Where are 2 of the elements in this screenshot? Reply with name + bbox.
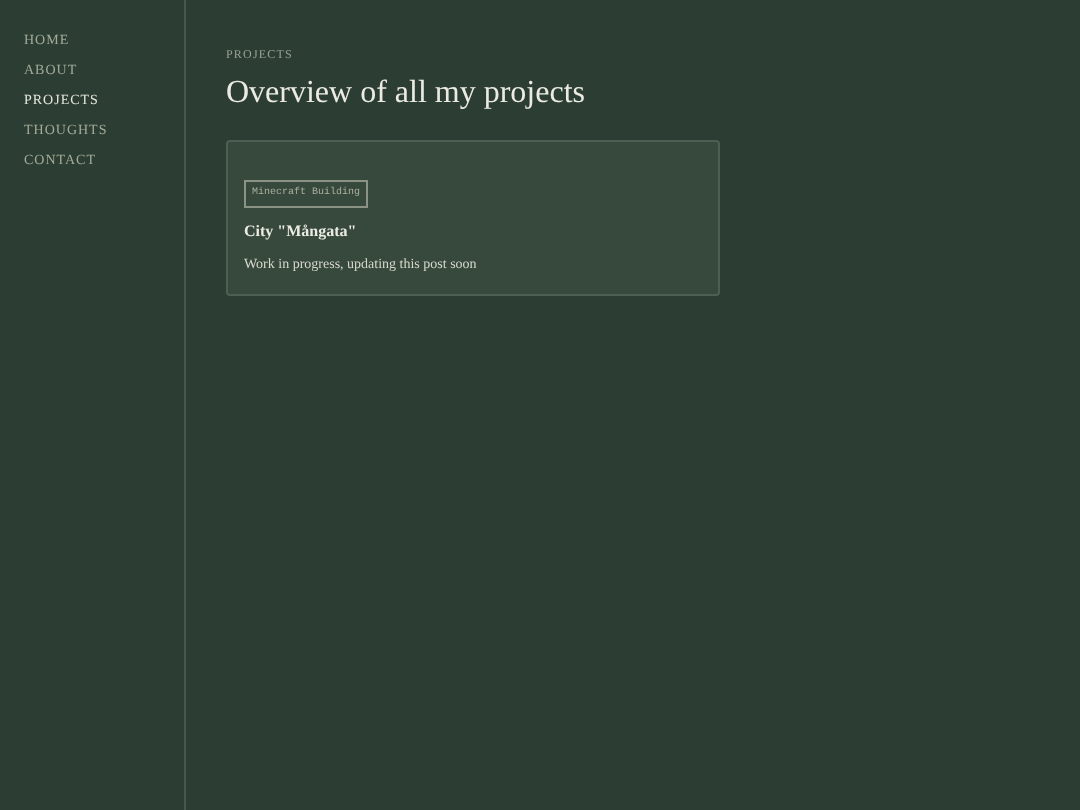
page-heading: Overview of all my projects	[226, 74, 587, 114]
project-title: City "Mångata"	[244, 220, 359, 244]
